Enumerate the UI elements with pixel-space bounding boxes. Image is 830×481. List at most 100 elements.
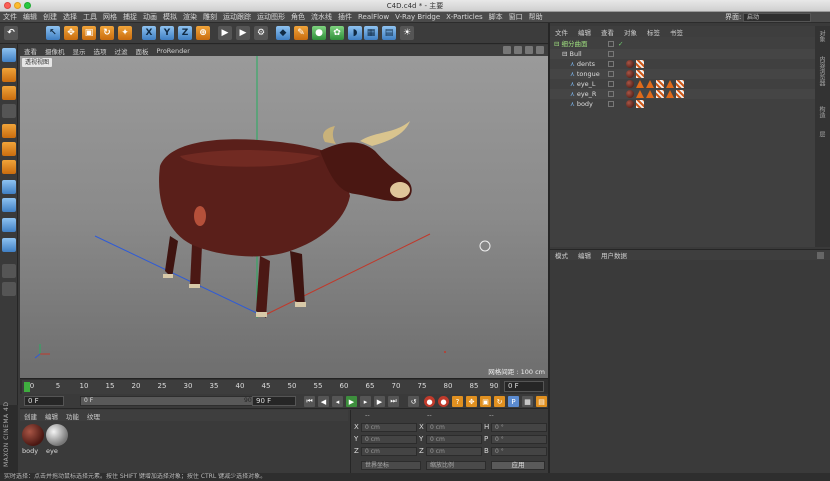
material-tag-icon[interactable] bbox=[626, 80, 634, 88]
visibility-toggle[interactable] bbox=[608, 41, 614, 47]
scale-mode-select[interactable]: 缩放比例 bbox=[426, 461, 486, 470]
visibility-toggle[interactable] bbox=[608, 51, 614, 57]
menu-mesh[interactable]: 网格 bbox=[100, 12, 120, 22]
object-row[interactable]: ⋏ body bbox=[550, 99, 815, 109]
enabled-check-icon[interactable]: ✓ bbox=[618, 39, 623, 49]
material-menu-edit[interactable]: 编辑 bbox=[41, 411, 62, 421]
side-tab-layers[interactable]: 层 bbox=[817, 131, 826, 137]
attribute-menu-edit[interactable]: 编辑 bbox=[573, 250, 596, 260]
start-frame-field[interactable]: 0 F bbox=[24, 396, 64, 406]
side-tab-structure[interactable]: 构造 bbox=[817, 106, 826, 118]
triangle-tag-icon[interactable] bbox=[666, 90, 674, 98]
texture-tag-icon[interactable] bbox=[656, 80, 664, 88]
next-key-icon[interactable]: ▶ bbox=[374, 396, 385, 407]
visibility-toggle[interactable] bbox=[608, 71, 614, 77]
y-axis-lock-icon[interactable]: Y bbox=[160, 26, 174, 40]
object-menu-view[interactable]: 查看 bbox=[596, 27, 619, 37]
record-active-objects-icon[interactable]: ● bbox=[424, 396, 435, 407]
menu-file[interactable]: 文件 bbox=[0, 12, 20, 22]
material-tag-icon[interactable] bbox=[626, 70, 634, 78]
viewport-rotate-icon[interactable] bbox=[525, 46, 533, 54]
viewport-maximize-icon[interactable] bbox=[536, 46, 544, 54]
record-position-icon[interactable]: ✥ bbox=[466, 396, 477, 407]
render-settings-icon[interactable]: ⚙ bbox=[254, 26, 268, 40]
object-row[interactable]: ⋏ tongue bbox=[550, 69, 815, 79]
menu-realflow[interactable]: RealFlow bbox=[355, 13, 392, 21]
menu-create[interactable]: 创建 bbox=[40, 12, 60, 22]
move-icon[interactable]: ✥ bbox=[64, 26, 78, 40]
layout-select[interactable]: 启动 bbox=[743, 13, 811, 22]
viewport-menu-display[interactable]: 显示 bbox=[69, 46, 90, 56]
object-row[interactable]: ⋏ dents bbox=[550, 59, 815, 69]
keyframe-selection-icon[interactable]: ? bbox=[452, 396, 463, 407]
snap-icon[interactable] bbox=[2, 218, 16, 232]
workplane-icon[interactable] bbox=[2, 104, 16, 118]
layer-icon[interactable] bbox=[2, 264, 16, 278]
menu-script[interactable]: 脚本 bbox=[486, 12, 506, 22]
menu-motion-tracker[interactable]: 运动跟踪 bbox=[220, 12, 254, 22]
scheme-icon[interactable]: ▤ bbox=[536, 396, 547, 407]
render-view-icon[interactable]: ▶ bbox=[218, 26, 232, 40]
x-axis-lock-icon[interactable]: X bbox=[142, 26, 156, 40]
object-menu-bookmarks[interactable]: 书签 bbox=[665, 27, 688, 37]
object-menu-edit[interactable]: 编辑 bbox=[573, 27, 596, 37]
triangle-tag-icon[interactable] bbox=[646, 80, 654, 88]
size-y-field[interactable]: 0 cm bbox=[426, 435, 482, 444]
material-tag-icon[interactable] bbox=[626, 60, 634, 68]
size-x-field[interactable]: 0 cm bbox=[426, 423, 482, 432]
menu-vray-bridge[interactable]: V-Ray Bridge bbox=[392, 13, 443, 21]
object-menu-file[interactable]: 文件 bbox=[550, 27, 573, 37]
material-menu-create[interactable]: 创建 bbox=[20, 411, 41, 421]
viewport-menu-prorender[interactable]: ProRender bbox=[153, 47, 194, 55]
menu-help[interactable]: 帮助 bbox=[526, 12, 546, 22]
rot-p-field[interactable]: 0 ° bbox=[491, 435, 547, 444]
tweak-mode-icon[interactable] bbox=[2, 198, 16, 212]
apply-button[interactable]: 应用 bbox=[491, 461, 545, 470]
pos-x-field[interactable]: 0 cm bbox=[361, 423, 417, 432]
record-scale-icon[interactable]: ▣ bbox=[480, 396, 491, 407]
material-menu-function[interactable]: 功能 bbox=[62, 411, 83, 421]
enable-snap-icon[interactable] bbox=[2, 238, 16, 252]
pos-z-field[interactable]: 0 cm bbox=[361, 447, 417, 456]
triangle-tag-icon[interactable] bbox=[666, 80, 674, 88]
lock-workplane-icon[interactable] bbox=[2, 282, 16, 296]
attribute-menu-mode[interactable]: 模式 bbox=[550, 250, 573, 260]
menu-select[interactable]: 选择 bbox=[60, 12, 80, 22]
menu-character[interactable]: 角色 bbox=[288, 12, 308, 22]
object-row[interactable]: ⋏ eye_L bbox=[550, 79, 815, 89]
lock-icon[interactable] bbox=[817, 252, 824, 259]
cube-icon[interactable]: ◆ bbox=[276, 26, 290, 40]
object-row[interactable]: ⊟ 细分曲面 ✓ bbox=[550, 39, 815, 49]
viewport-menu-cameras[interactable]: 摄像机 bbox=[41, 46, 69, 56]
rotate-icon[interactable]: ↻ bbox=[100, 26, 114, 40]
deformer-icon[interactable]: ◗ bbox=[348, 26, 362, 40]
points-mode-icon[interactable] bbox=[2, 124, 16, 138]
live-selection-icon[interactable]: ↖ bbox=[46, 26, 60, 40]
recent-tools-icon[interactable]: ✦ bbox=[118, 26, 132, 40]
undo-icon[interactable]: ↶ bbox=[4, 26, 18, 40]
viewport-menu-options[interactable]: 选项 bbox=[90, 46, 111, 56]
menu-sculpt[interactable]: 雕刻 bbox=[200, 12, 220, 22]
3d-viewport[interactable]: 透视视图 网格间距: 100 cm bbox=[20, 56, 548, 378]
triangle-tag-icon[interactable] bbox=[636, 90, 644, 98]
coordinate-space-select[interactable]: 世界坐标 bbox=[361, 461, 421, 470]
menu-plugins[interactable]: 插件 bbox=[335, 12, 355, 22]
triangle-tag-icon[interactable] bbox=[646, 90, 654, 98]
object-row[interactable]: ⋏ eye_R bbox=[550, 89, 815, 99]
visibility-toggle[interactable] bbox=[608, 91, 614, 97]
menu-animate[interactable]: 动画 bbox=[140, 12, 160, 22]
previous-frame-icon[interactable]: ◂ bbox=[332, 396, 343, 407]
viewport-menu-panel[interactable]: 面板 bbox=[132, 46, 153, 56]
material-menu-texture[interactable]: 纹理 bbox=[83, 411, 104, 421]
menu-tools[interactable]: 工具 bbox=[80, 12, 100, 22]
record-parameter-icon[interactable]: P bbox=[508, 396, 519, 407]
z-axis-lock-icon[interactable]: Z bbox=[178, 26, 192, 40]
texture-tag-icon[interactable] bbox=[636, 100, 644, 108]
visibility-toggle[interactable] bbox=[608, 101, 614, 107]
model-mode-icon[interactable] bbox=[2, 68, 16, 82]
attribute-menu-user-data[interactable]: 用户数据 bbox=[596, 250, 632, 260]
visibility-toggle[interactable] bbox=[608, 61, 614, 67]
menu-pipeline[interactable]: 流水线 bbox=[308, 12, 335, 22]
object-menu-tags[interactable]: 标签 bbox=[642, 27, 665, 37]
viewport-zoom-icon[interactable] bbox=[514, 46, 522, 54]
